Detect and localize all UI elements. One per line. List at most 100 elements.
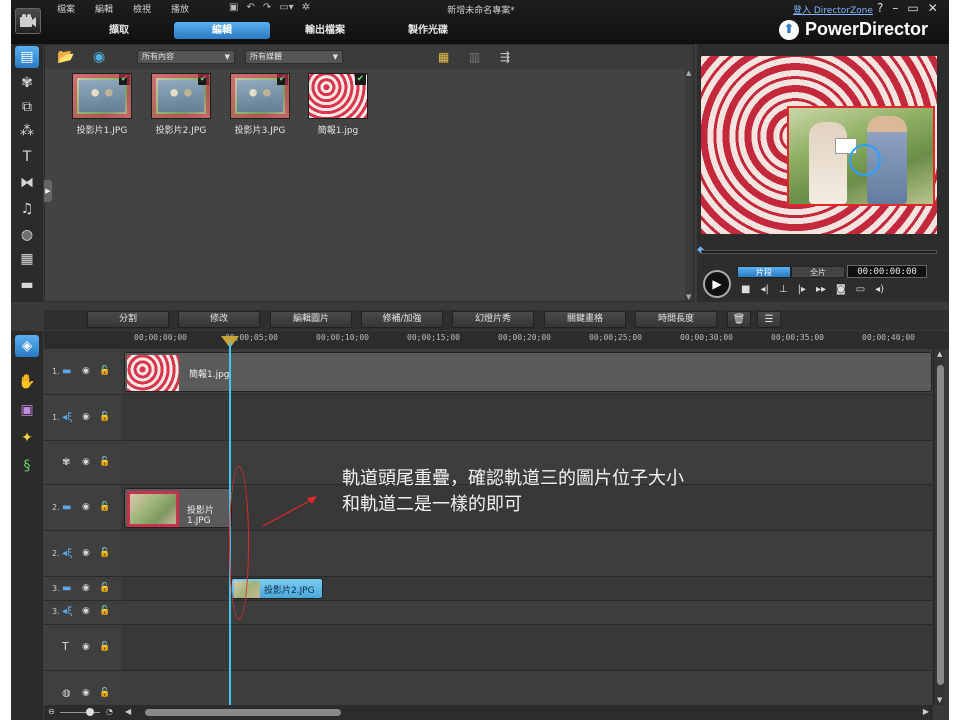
keyframe-button[interactable]: 關鍵畫格	[544, 311, 626, 328]
timeline-vertical-scrollbar[interactable]: ▲ ▼	[933, 349, 945, 705]
stop-icon[interactable]: ■	[741, 284, 750, 295]
library-manager-icon[interactable]: ▥	[469, 50, 480, 64]
track-row-title[interactable]	[121, 625, 933, 671]
zoom-knob[interactable]	[86, 708, 94, 716]
eye-icon[interactable]: ◉	[82, 606, 90, 616]
scroll-down-icon[interactable]: ▼	[686, 293, 691, 301]
display-mode-icon[interactable]: ▭	[856, 284, 865, 295]
minimize-icon[interactable]: –	[892, 1, 898, 15]
tab-create-disc[interactable]: 製作光碟	[380, 22, 476, 39]
close-icon[interactable]: ✕	[928, 1, 938, 15]
audio-mixing-icon[interactable]: ♫	[15, 198, 39, 220]
menu-file[interactable]: 檔案	[47, 2, 85, 16]
library-thumb-4[interactable]: ✔	[308, 73, 368, 119]
eye-icon[interactable]: ◉	[82, 412, 90, 422]
restore-icon[interactable]: ▭	[907, 1, 918, 15]
lock-icon[interactable]: 🔓	[99, 457, 110, 467]
help-icon[interactable]: ?	[877, 1, 883, 15]
lock-icon[interactable]: 🔓	[99, 642, 110, 652]
more-tools-icon[interactable]: ☰	[757, 311, 781, 328]
scroll-right-icon[interactable]: ▶	[923, 707, 929, 716]
title-room-icon[interactable]: T	[15, 146, 39, 168]
preview-time-slider[interactable]	[701, 250, 937, 254]
duration-button[interactable]: 時間長度	[635, 311, 717, 328]
save-icon[interactable]: ▣	[229, 2, 238, 13]
hand-tool-icon[interactable]: ✋	[15, 371, 39, 393]
directorzone-login-link[interactable]: 登入 DirectorZone	[793, 3, 873, 16]
undo-icon[interactable]: ↶	[246, 2, 254, 13]
timeline-mode-icon[interactable]: ◈	[15, 335, 39, 357]
eye-icon[interactable]: ◉	[82, 548, 90, 558]
timeline-ruler[interactable]: 00;00;00;00 00;00;05;00 00;00;10;00 00;0…	[44, 331, 949, 349]
horizontal-scroll-thumb[interactable]	[145, 709, 341, 716]
fix-enhance-button[interactable]: 修補/加強	[361, 311, 443, 328]
eye-icon[interactable]: ◉	[82, 583, 90, 593]
library-thumb-3[interactable]: ✔	[230, 73, 290, 119]
fast-forward-icon[interactable]: ▸▸	[816, 284, 826, 295]
media-room-icon[interactable]: ▤	[15, 46, 39, 68]
volume-icon[interactable]: ◂)	[875, 284, 884, 295]
voiceover-microphone-icon[interactable]: ◍	[15, 224, 39, 246]
lock-icon[interactable]: 🔓	[99, 366, 110, 376]
slideshow-button[interactable]: 幻燈片秀	[452, 311, 534, 328]
timeline-clip-slide1[interactable]: 投影片1.JPG	[124, 488, 232, 528]
menu-view[interactable]: 檢視	[123, 2, 161, 16]
play-button[interactable]: ▶	[703, 270, 731, 298]
import-folder-icon[interactable]: 📂	[57, 49, 74, 65]
magic-music-icon[interactable]: §	[15, 455, 39, 477]
lock-icon[interactable]: 🔓	[99, 412, 110, 422]
previous-frame-icon[interactable]: ◂|	[760, 284, 768, 295]
lock-icon[interactable]: 🔓	[99, 548, 110, 558]
particle-room-icon[interactable]: ⁂	[15, 120, 39, 142]
scroll-down-icon[interactable]: ▼	[937, 696, 942, 704]
timeline-zoom-slider[interactable]: ⊖ ◔	[44, 705, 121, 720]
trash-icon[interactable]: 🗑	[727, 311, 751, 328]
library-expand-handle[interactable]: ▶	[44, 180, 52, 202]
content-filter-dropdown[interactable]: 所有內容 ▼	[137, 50, 235, 64]
magic-fix-icon[interactable]: ✦	[15, 427, 39, 449]
scroll-up-icon[interactable]: ▲	[937, 350, 942, 358]
snapshot-camera-icon[interactable]: ◙	[836, 284, 846, 295]
scroll-up-icon[interactable]: ▲	[686, 69, 691, 77]
pip-overlay-photo[interactable]	[787, 106, 935, 206]
export-library-icon[interactable]: ⇶	[500, 50, 510, 64]
pip-room-icon[interactable]: ⧉	[15, 96, 39, 118]
track-row-audio-1[interactable]	[121, 395, 933, 441]
track-row-voice[interactable]	[121, 671, 933, 705]
track-row-video-1[interactable]: 簡報1.jpg	[121, 349, 933, 395]
eye-icon[interactable]: ◉	[82, 457, 90, 467]
library-thumb-1[interactable]: ✔	[72, 73, 132, 119]
lock-icon[interactable]: 🔓	[99, 583, 110, 593]
redo-icon[interactable]: ↷	[263, 2, 271, 13]
eye-icon[interactable]: ◉	[82, 502, 90, 512]
aspect-ratio-icon[interactable]: ▭▾	[279, 2, 293, 13]
zoom-out-icon[interactable]: ⊖	[48, 707, 55, 716]
menu-edit[interactable]: 編輯	[85, 2, 123, 16]
grid-view-icon[interactable]: ▦	[438, 50, 449, 64]
clip-mode-button[interactable]: 片段	[737, 266, 791, 278]
zoom-fit-icon[interactable]: ◔	[106, 707, 113, 716]
split-clip-icon[interactable]: ⊥	[779, 284, 788, 295]
tab-edit[interactable]: 編輯	[174, 22, 270, 39]
lock-icon[interactable]: 🔓	[99, 502, 110, 512]
modify-button[interactable]: 修改	[178, 311, 260, 328]
library-scrollbar[interactable]: ▲ ▼	[685, 69, 693, 301]
media-filter-dropdown[interactable]: 所有媒體 ▼	[245, 50, 343, 64]
menu-play[interactable]: 播放	[161, 2, 199, 16]
rotate-handle-circle[interactable]	[849, 144, 881, 176]
movie-mode-button[interactable]: 全片	[791, 266, 845, 278]
subtitle-room-icon[interactable]: ▬	[15, 274, 39, 296]
scroll-left-icon[interactable]: ◀	[125, 707, 131, 716]
lock-icon[interactable]: 🔓	[99, 688, 110, 698]
split-button[interactable]: 分割	[87, 311, 169, 328]
eye-icon[interactable]: ◉	[82, 688, 90, 698]
download-media-icon[interactable]: ◉	[93, 49, 105, 65]
settings-gear-icon[interactable]: ✲	[302, 2, 310, 13]
tab-produce[interactable]: 輸出檔案	[277, 22, 373, 39]
timecode-display[interactable]: 00:00:00:00	[847, 265, 927, 278]
effect-room-icon[interactable]: ✾	[15, 72, 39, 94]
edit-image-button[interactable]: 編輯圖片	[270, 311, 352, 328]
lock-icon[interactable]: 🔓	[99, 606, 110, 616]
transition-room-icon[interactable]: ⧓	[15, 172, 39, 194]
tab-capture[interactable]: 擷取	[71, 22, 167, 39]
